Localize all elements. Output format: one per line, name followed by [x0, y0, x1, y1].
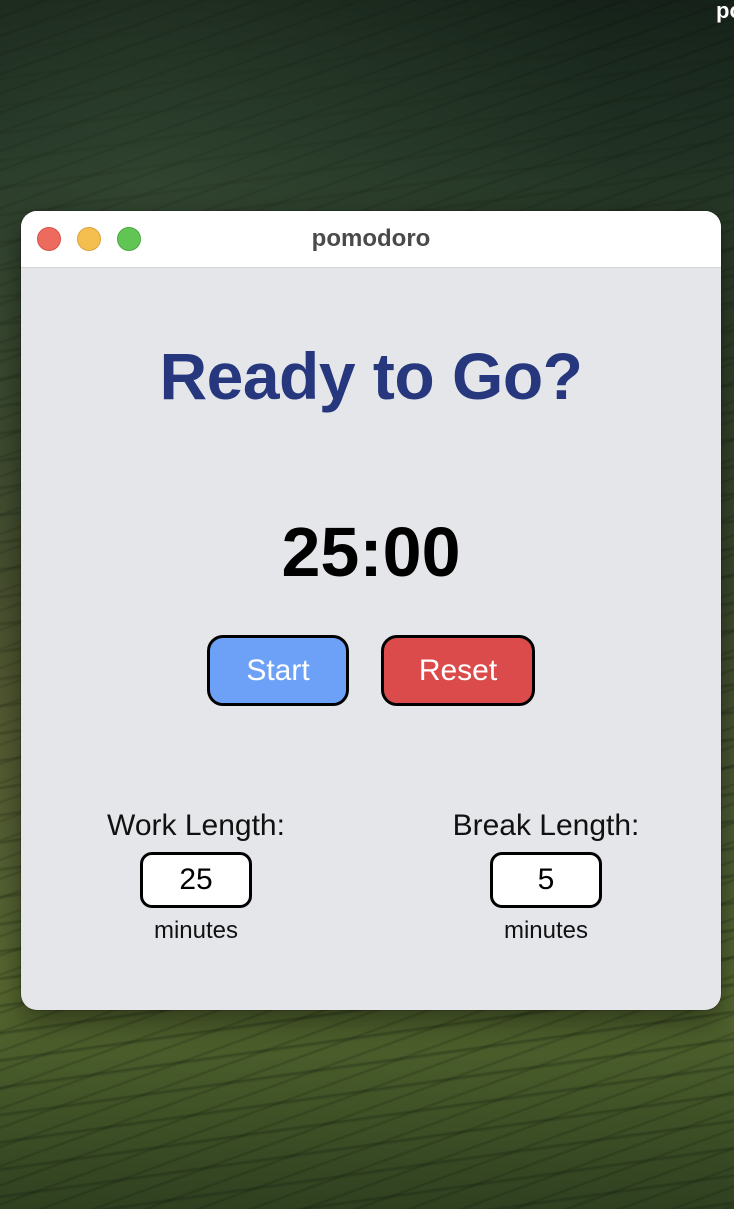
start-button[interactable]: Start — [207, 635, 349, 706]
break-length-input[interactable] — [490, 852, 602, 908]
break-length-unit: minutes — [503, 917, 589, 944]
reset-button[interactable]: Reset — [381, 635, 535, 706]
break-length-setting: Break Length: minutes — [426, 808, 666, 946]
window-title: pomodoro — [311, 225, 431, 252]
break-length-label: Break Length: — [452, 809, 640, 842]
window-titlebar[interactable]: pomodoro — [21, 211, 721, 268]
work-length-unit: minutes — [153, 917, 239, 944]
pomodoro-window: pomodoro Ready to Go? 25:00 Start Reset … — [21, 211, 721, 1010]
work-length-label: Work Length: — [107, 809, 285, 842]
desktop-corner-text: po — [716, 0, 734, 23]
window-content: Ready to Go? 25:00 Start Reset Work Leng… — [21, 268, 721, 1010]
work-length-setting: Work Length: minutes — [76, 808, 316, 946]
work-length-input[interactable] — [140, 852, 252, 908]
timer-display: 25:00 — [281, 513, 461, 591]
status-heading: Ready to Go? — [159, 339, 583, 413]
